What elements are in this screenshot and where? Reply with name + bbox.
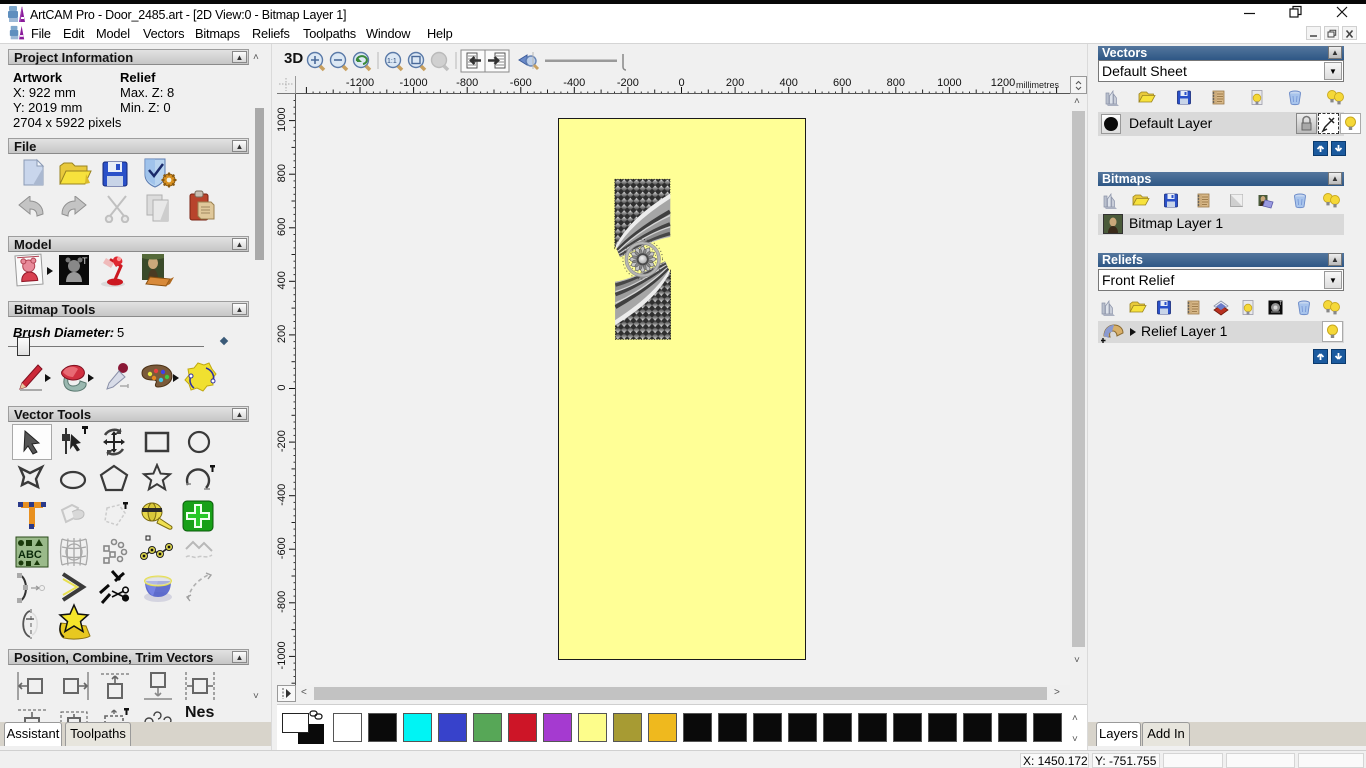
svg-text:-600: -600 (510, 77, 532, 89)
svg-text:800: 800 (887, 77, 905, 89)
svg-text:1200: 1200 (991, 77, 1015, 89)
svg-text:0: 0 (277, 384, 288, 390)
svg-text:600: 600 (277, 218, 288, 236)
svg-text:800: 800 (277, 164, 288, 182)
svg-text:-800: -800 (456, 77, 478, 89)
svg-text:-200: -200 (277, 430, 288, 452)
svg-text:-400: -400 (563, 77, 585, 89)
svg-text:-600: -600 (277, 537, 288, 559)
svg-text:-1200: -1200 (346, 77, 374, 89)
svg-text:T: T (82, 256, 88, 266)
svg-text:1000: 1000 (277, 107, 288, 131)
svg-text:-400: -400 (277, 484, 288, 506)
svg-text:-800: -800 (277, 591, 288, 613)
svg-text:1000: 1000 (937, 77, 961, 89)
svg-text:400: 400 (780, 77, 798, 89)
svg-text:-200: -200 (617, 77, 639, 89)
svg-text:400: 400 (277, 271, 288, 289)
svg-text:1:1: 1:1 (387, 58, 397, 65)
svg-text:-1000: -1000 (277, 641, 288, 669)
svg-text:600: 600 (833, 77, 851, 89)
svg-text:200: 200 (277, 325, 288, 343)
svg-text:0: 0 (678, 77, 684, 89)
svg-text:200: 200 (726, 77, 744, 89)
svg-text:-1000: -1000 (400, 77, 428, 89)
svg-text:ABC: ABC (18, 549, 42, 561)
